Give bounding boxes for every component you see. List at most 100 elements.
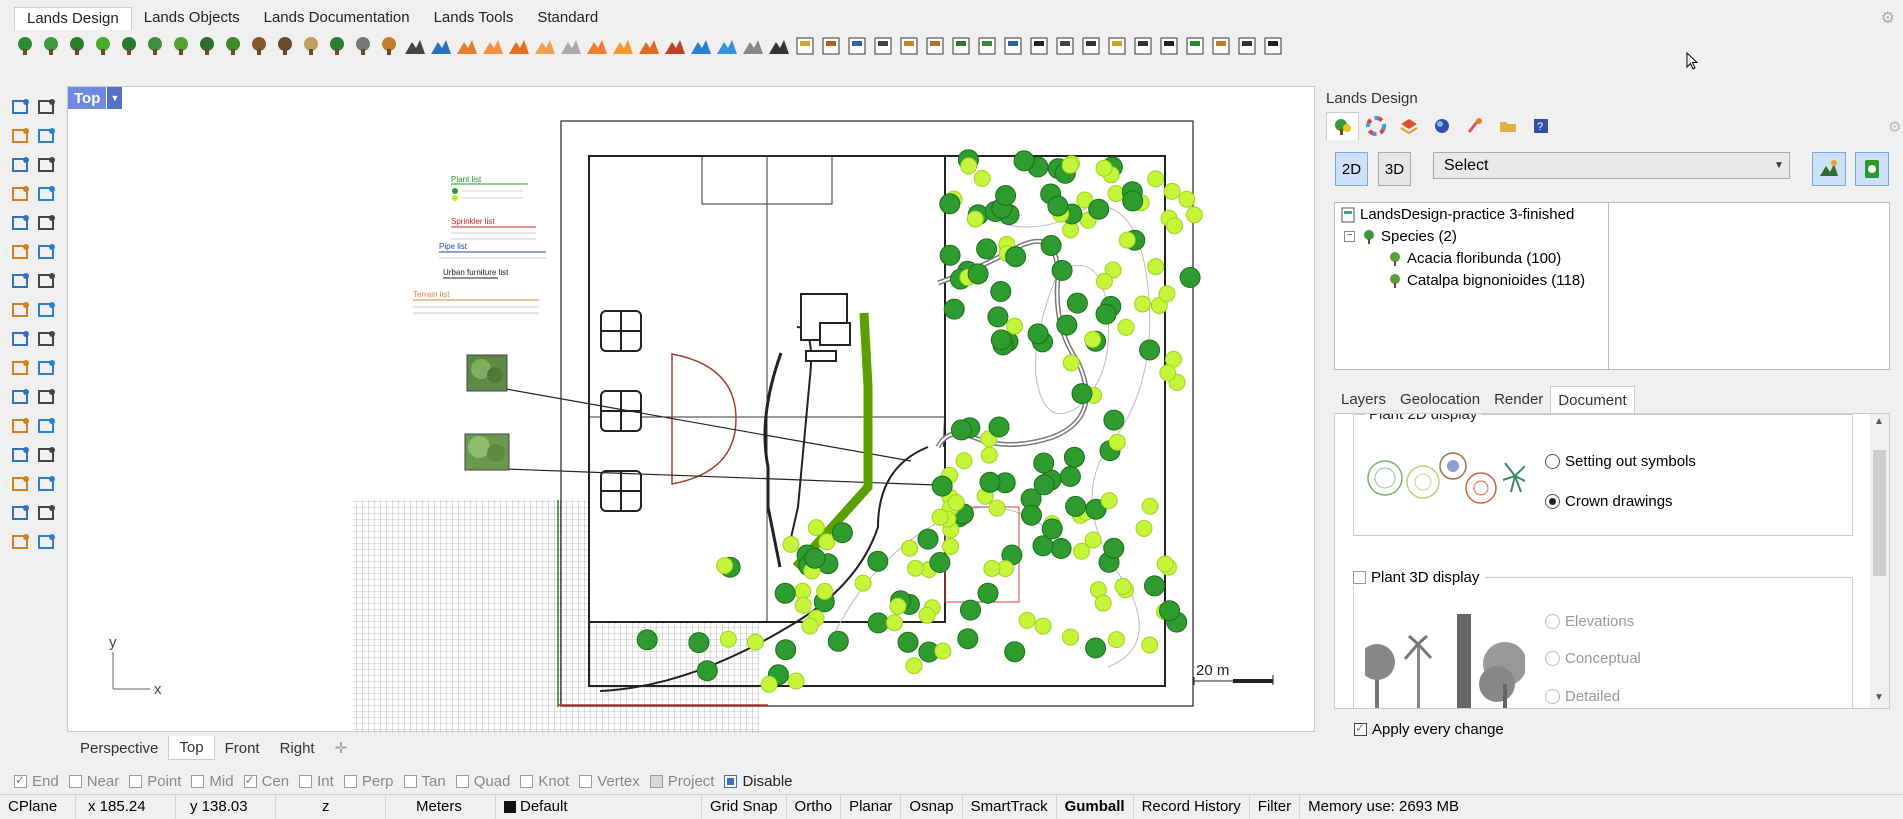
tree-symbol[interactable] [1144,575,1165,597]
osnap-end[interactable]: End [14,773,59,790]
tree-symbol[interactable] [1163,182,1181,200]
tree-symbol[interactable] [775,639,797,661]
text-icon[interactable] [10,415,32,437]
tree-symbol[interactable] [1178,190,1196,208]
toolbar-tool-12-icon[interactable] [300,35,322,57]
tree-symbol[interactable] [1034,617,1052,635]
tree-symbol[interactable] [929,552,951,573]
tree-symbol[interactable] [867,612,889,634]
tree-symbol[interactable] [854,574,872,592]
osnap-project[interactable]: Project [649,773,714,790]
help-tab-icon[interactable]: ? [1524,112,1557,140]
tree-symbol[interactable] [960,599,981,621]
check-icon[interactable] [36,502,58,524]
phone-plant-button[interactable] [1855,152,1889,186]
toolbar-tool-14-icon[interactable] [352,35,374,57]
crown-drawings-option[interactable]: Crown drawings [1545,493,1673,510]
tree-symbol[interactable] [807,519,825,537]
toolbar-tool-22-icon[interactable] [560,35,582,57]
tab-front[interactable]: Front [215,737,270,760]
tab-perspective[interactable]: Perspective [70,737,168,760]
top-viewport[interactable]: Plant list Sprinkler list Pipe list Urba… [67,86,1315,733]
toolbar-tool-37-icon[interactable] [950,35,972,57]
tree-symbol[interactable] [1013,150,1035,172]
tree-symbol[interactable] [947,494,965,511]
tree-symbol[interactable] [1185,206,1203,224]
tree-symbol[interactable] [719,630,737,648]
toolbar-tool-10-icon[interactable] [248,35,270,57]
toolbar-tool-7-icon[interactable] [170,35,192,57]
tree-symbol[interactable] [1095,159,1113,177]
tree-symbol[interactable] [977,582,999,604]
tree-symbol[interactable] [787,672,805,690]
tree-splitter[interactable] [1608,202,1609,370]
osnap-checkbox[interactable] [68,774,82,788]
osnap-checkbox[interactable] [455,774,469,788]
toolbar-tool-30-icon[interactable] [768,35,790,57]
tree-symbol[interactable] [950,419,972,441]
osnap-checkbox[interactable] [520,774,534,788]
tree-symbol[interactable] [931,508,949,526]
toolbar-tool-48-icon[interactable] [1236,35,1258,57]
osnap-point[interactable]: Point [129,773,181,790]
radio-elevations[interactable] [1545,614,1560,629]
tree-symbol[interactable] [1006,317,1024,335]
settings-gear-icon[interactable]: ⚙ [1881,8,1895,28]
tree-symbol[interactable] [696,660,718,682]
tree-symbol[interactable] [867,550,889,572]
scroll-down-icon[interactable]: ▼ [1874,692,1884,703]
osnap-checkbox[interactable] [243,773,257,788]
tree-symbol[interactable] [1103,537,1125,559]
plant-3d-checkbox-row[interactable]: Plant 3D display [1353,569,1486,586]
mode-2d-button[interactable]: 2D [1335,152,1368,186]
lands-plant-tab-icon[interactable] [1326,112,1359,140]
tree-symbol[interactable] [990,329,1012,351]
tree-symbol[interactable] [1033,452,1055,474]
osnap-disable-checkbox[interactable] [724,774,738,788]
toolbar-tool-29-icon[interactable] [742,35,764,57]
tab-render[interactable]: Render [1487,386,1550,414]
toolbar-tool-15-icon[interactable] [378,35,400,57]
tree-symbol[interactable] [1004,641,1026,663]
tree-symbol[interactable] [688,632,710,654]
tree-symbol[interactable] [1095,272,1113,290]
tree-symbol[interactable] [917,528,939,550]
toolbar-tool-8-icon[interactable] [196,35,218,57]
tree-symbol[interactable] [988,499,1006,517]
osnap-checkbox[interactable] [579,774,593,788]
tree-symbol[interactable] [942,538,960,555]
toolbar-tool-13-icon[interactable] [326,35,348,57]
filter-toggle[interactable]: Filter [1250,794,1301,819]
paint-icon[interactable] [36,531,58,553]
ribbon-tab-lands-documentation[interactable]: Lands Documentation [252,7,422,30]
osnap-toggle[interactable]: Osnap [901,794,963,819]
toolbar-tool-35-icon[interactable] [898,35,920,57]
tree-species[interactable]: − Species (2) [1344,228,1457,245]
tree-symbol[interactable] [774,582,796,604]
tree-symbol[interactable] [943,298,965,320]
osnap-near[interactable]: Near [68,773,119,790]
tree-symbol[interactable] [886,614,903,632]
tree-symbol[interactable] [1158,285,1176,303]
tab-document[interactable]: Document [1550,386,1635,414]
tree-symbol[interactable] [818,533,836,551]
tree-symbol[interactable] [1047,195,1069,217]
line-segment-icon[interactable] [36,125,58,147]
tab-right[interactable]: Right [270,737,325,760]
viewport-menu-arrow-icon[interactable]: ▼ [106,87,123,109]
plant-3d-checkbox[interactable] [1353,571,1366,584]
tree-symbol[interactable] [897,631,919,653]
toolbar-tool-23-icon[interactable] [586,35,608,57]
toolbar-tool-41-icon[interactable] [1054,35,1076,57]
apply-every-change-row[interactable]: Apply every change [1354,721,1504,738]
osnap-checkbox[interactable] [14,773,27,788]
toolbar-tool-4-icon[interactable] [92,35,114,57]
color-wheel-tab-icon[interactable] [1359,112,1392,140]
tree-symbol[interactable] [1139,339,1161,361]
toolbar-tool-6-icon[interactable] [144,35,166,57]
tree-symbol[interactable] [1179,267,1201,288]
toolbar-tool-24-icon[interactable] [612,35,634,57]
setting-out-symbols-option[interactable]: Setting out symbols [1545,453,1696,470]
tree-symbol[interactable] [1061,156,1079,174]
tree-symbol[interactable] [931,475,953,497]
